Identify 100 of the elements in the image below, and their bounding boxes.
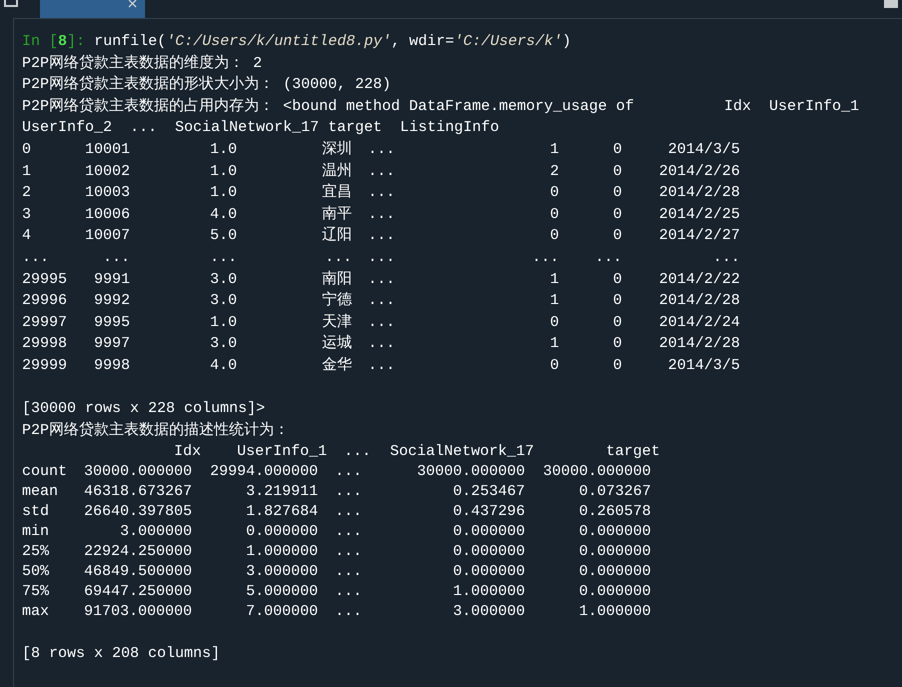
- table-cell-text: 46318.673267: [82, 482, 192, 502]
- table-cell-text: 天津: [321, 312, 352, 333]
- table-cell-text: ...: [334, 482, 362, 502]
- table-cell-text: 运城: [321, 334, 352, 354]
- table-cell-text: ...: [594, 248, 622, 268]
- table-cell-text: 1: [548, 140, 559, 160]
- table-cell-text: 1.0: [208, 140, 237, 160]
- table-cell-text: 9997: [92, 334, 130, 354]
- table-cell-text: 0: [612, 334, 622, 354]
- table-cell-text: 7.000000: [244, 602, 318, 622]
- table-cell-text: 29994.000000: [208, 462, 318, 482]
- table-cell-text: 2: [22, 183, 32, 204]
- table-cell-text: 0.000000: [452, 542, 525, 562]
- table-cell-text: 29998: [22, 334, 68, 354]
- table-cell-text: 4.0: [208, 356, 237, 376]
- table-cell-text: 29997: [22, 312, 68, 333]
- table-cell-text: 3.000000: [244, 562, 318, 582]
- table-cell-text: 0: [612, 140, 622, 160]
- table-cell-text: 辽阳: [321, 226, 352, 246]
- row-label: min: [22, 522, 50, 542]
- output-line: UserInfo_2 ... SocialNetwork_17 target ListingInfo: [22, 118, 500, 138]
- table-cell-text: 0.260578: [578, 502, 651, 522]
- table-cell-text: 91703.000000: [82, 602, 192, 622]
- table-cell-text: ...: [366, 226, 395, 246]
- table-cell-text: 30000.000000: [542, 462, 651, 482]
- table-cell-text: ...: [366, 248, 395, 268]
- table-cell-text: 26640.397805: [82, 502, 192, 522]
- table-cell-text: 4: [22, 226, 32, 246]
- table-cell-text: 0.000000: [578, 562, 651, 582]
- table-cell-text: ...: [22, 248, 50, 268]
- table-cell-text: 29996: [22, 291, 68, 312]
- row-label: max: [22, 602, 50, 622]
- table-cell-text: 2: [548, 162, 559, 182]
- table-cell-text: 0.000000: [578, 542, 651, 562]
- table-cell-text: 3.0: [208, 334, 237, 354]
- table-cell-text: ...: [530, 248, 559, 268]
- table-cell-text: 2014/2/27: [658, 226, 740, 246]
- row-label: count: [22, 462, 68, 482]
- table-cell-text: 0: [548, 204, 559, 225]
- table-cell-text: 3.000000: [118, 522, 192, 542]
- table-cell-text: 2014/3/5: [666, 356, 740, 376]
- close-icon[interactable]: [128, 0, 137, 8]
- table-cell-text: ...: [366, 183, 395, 204]
- output-line: [8 rows x 208 columns]: [22, 644, 220, 664]
- table-cell-text: ...: [208, 248, 237, 268]
- table-cell-text: 9995: [92, 312, 130, 333]
- table-cell-text: 9991: [92, 270, 130, 290]
- table-cell-text: 南阳: [321, 270, 352, 290]
- table-cell-text: 10003: [85, 183, 130, 204]
- table-cell-text: 3: [22, 204, 32, 225]
- table-cell-text: 0: [612, 356, 622, 376]
- table-cell-text: 宁德: [321, 290, 352, 312]
- row-label: 50%: [22, 562, 50, 582]
- table-cell-text: 1.0: [208, 312, 237, 333]
- table-cell-text: 0: [612, 183, 622, 204]
- column-header: SocialNetwork_17: [388, 442, 534, 462]
- table-cell-text: 0.000000: [452, 522, 525, 542]
- table-cell-text: 0: [548, 312, 559, 333]
- table-cell-text: 2014/2/26: [658, 162, 740, 182]
- table-cell-text: 9998: [92, 356, 130, 376]
- table-cell-text: 0.437296: [452, 502, 525, 522]
- table-cell-text: 2014/2/24: [658, 312, 740, 333]
- table-cell-text: ...: [712, 248, 740, 268]
- table-cell-text: ...: [366, 334, 395, 354]
- row-label: 75%: [22, 582, 50, 602]
- table-cell-text: 1.0: [208, 162, 237, 182]
- table-cell-text: 0.073267: [578, 482, 651, 502]
- table-cell-text: ...: [334, 522, 362, 542]
- table-cell-text: 2014/2/22: [658, 270, 740, 290]
- output-line: P2P网络贷款主表数据的描述性统计为：: [22, 420, 290, 441]
- table-cell-text: 29999: [22, 356, 68, 376]
- table-cell-text: ...: [324, 248, 352, 268]
- table-cell-text: 10002: [85, 162, 130, 182]
- table-cell-text: 1: [548, 291, 559, 312]
- table-cell-text: ...: [366, 356, 395, 376]
- window-icon[interactable]: [4, 0, 18, 7]
- table-cell-text: ...: [102, 248, 130, 268]
- table-cell-text: 46849.500000: [82, 562, 192, 582]
- table-cell-text: 5.0: [208, 226, 237, 246]
- table-cell-text: 0.000000: [244, 522, 318, 542]
- table-cell-text: 3.000000: [452, 602, 525, 622]
- table-cell-text: 2014/3/5: [666, 140, 740, 160]
- column-header: UserInfo_1: [236, 442, 327, 462]
- table-cell-text: 深圳: [321, 140, 352, 160]
- row-label: mean: [22, 482, 60, 502]
- table-cell-text: 0: [612, 162, 622, 182]
- output-line: P2P网络贷款主表数据的形状大小为： (30000, 228): [22, 74, 392, 96]
- table-cell-text: 1.000000: [452, 582, 525, 602]
- table-cell-text: 2014/2/28: [658, 291, 740, 312]
- table-cell-text: 0: [548, 226, 559, 246]
- table-cell-text: 0.000000: [452, 562, 525, 582]
- table-cell-text: 0.000000: [578, 522, 651, 542]
- column-header: ...: [342, 442, 371, 462]
- table-cell-text: ...: [334, 462, 362, 482]
- column-header: Idx: [172, 442, 201, 462]
- table-cell-text: 22924.250000: [82, 542, 192, 562]
- table-cell-text: 1: [22, 162, 32, 182]
- table-cell-text: ...: [366, 312, 395, 333]
- input-line: In [8]: runfile('C:/Users/k/untitled8.py', wdir='C:/Users/k'): [22, 32, 572, 52]
- table-cell-text: 1.0: [208, 183, 237, 204]
